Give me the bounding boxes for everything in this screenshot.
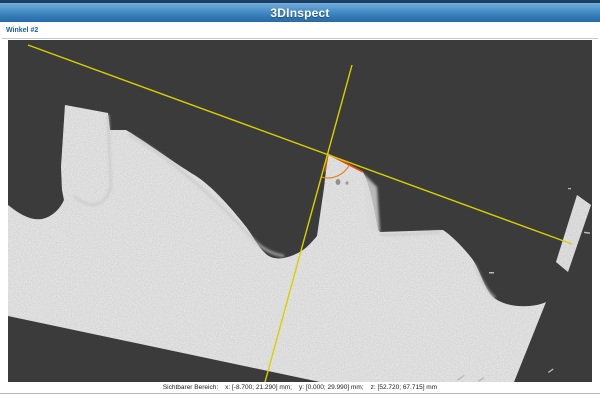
app-window: 3DInspect Winkel #2 [0, 0, 600, 400]
3d-scan-viewport[interactable] [8, 40, 592, 382]
measurement-panel-header: Winkel #2 [2, 22, 598, 39]
statusbar-divider [0, 393, 600, 394]
window-title: 3DInspect [270, 6, 329, 20]
measurement-label: Winkel #2 [2, 27, 38, 34]
status-x-range: x: [-8.700; 21.290] mm; [225, 384, 292, 391]
surface-pit [346, 181, 349, 185]
status-label: Sichtbarer Bereich: [163, 384, 218, 391]
surface-pit [336, 179, 341, 185]
window-titlebar[interactable]: 3DInspect [0, 0, 600, 22]
status-z-range: z: [52.720; 67.715] mm [371, 384, 437, 391]
status-y-range: y: [0.000; 29.990] mm; [299, 384, 364, 391]
status-bar: Sichtbarer Bereich: x: [-8.700; 21.290] … [0, 382, 600, 393]
